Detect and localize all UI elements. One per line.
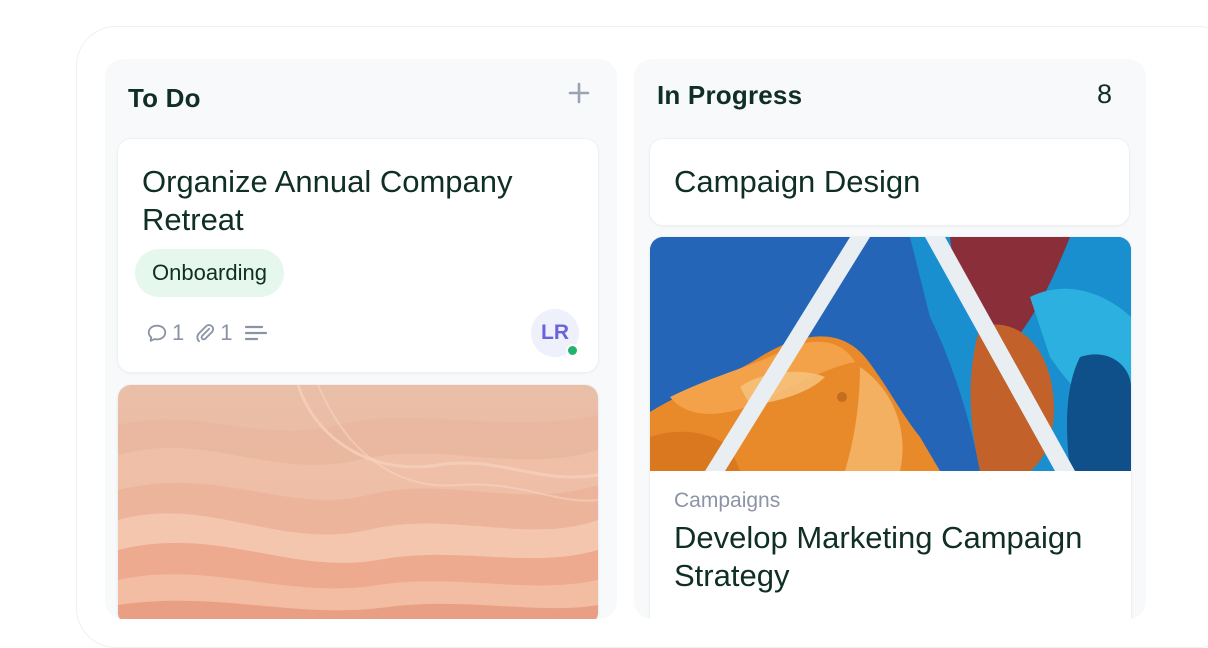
card-category: Campaigns <box>674 489 781 512</box>
attachments-count-value: 1 <box>220 320 233 345</box>
tag-badge[interactable]: Onboarding <box>135 249 284 297</box>
online-status-dot <box>566 344 579 357</box>
peach-waves-image <box>118 385 598 619</box>
attachments-count[interactable]: 1 <box>194 320 233 346</box>
card-count: 8 <box>1096 79 1112 109</box>
description-indicator[interactable] <box>243 322 269 344</box>
image-card[interactable] <box>117 384 599 619</box>
add-card-button[interactable] <box>567 81 591 105</box>
comments-count-value: 1 <box>172 320 185 345</box>
column-todo: To Do Organize Annual Company Retreat On… <box>105 59 617 619</box>
comment-icon <box>147 324 167 342</box>
task-card[interactable]: Organize Annual Company Retreat Onboardi… <box>117 138 599 373</box>
comments-count[interactable]: 1 <box>146 320 184 346</box>
plus-icon <box>568 82 590 104</box>
colorful-mural-image <box>650 237 1131 471</box>
card-title: Organize Annual Company Retreat <box>142 164 513 237</box>
card-title: Campaign Design <box>674 164 921 199</box>
task-card[interactable]: Campaigns Develop Marketing Campaign Str… <box>649 236 1132 619</box>
paperclip-icon <box>196 324 215 343</box>
column-title: In Progress <box>657 80 803 110</box>
avatar-initials: LR <box>541 321 569 344</box>
column-in-progress: In Progress 8 Campaign Design Campaigns … <box>634 59 1146 619</box>
description-icon <box>244 325 267 341</box>
card-title: Develop Marketing Campaign Strategy <box>674 520 1083 593</box>
column-title: To Do <box>128 83 201 113</box>
card-meta: 1 1 <box>146 320 269 346</box>
task-card[interactable]: Campaign Design <box>649 138 1130 226</box>
avatar[interactable]: LR <box>531 309 579 357</box>
